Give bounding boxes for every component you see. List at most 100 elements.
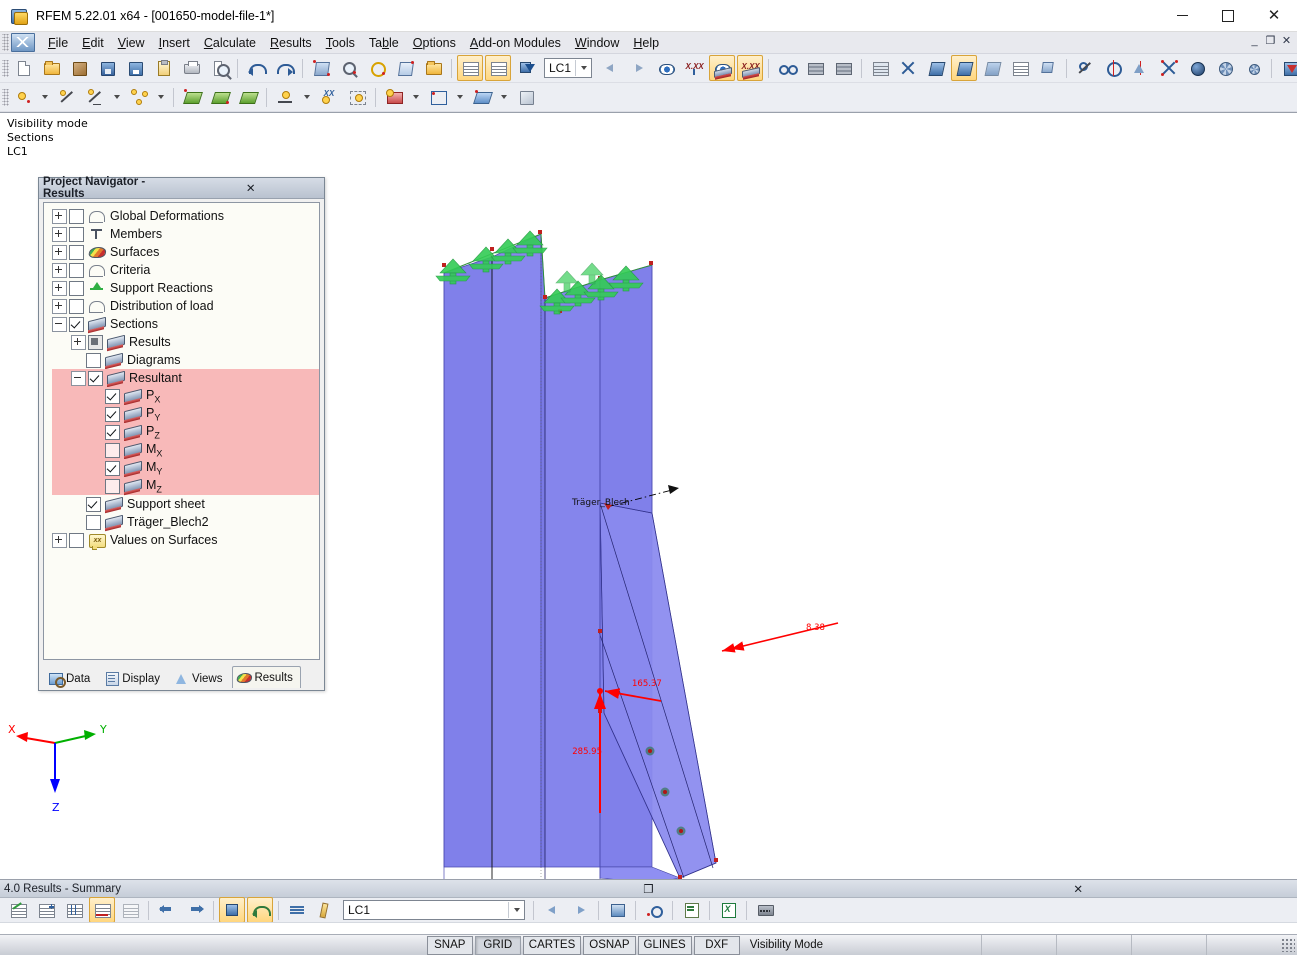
render-icon[interactable] <box>802 55 828 81</box>
rotate-icon[interactable] <box>1100 55 1126 81</box>
next-case-icon[interactable] <box>625 55 651 81</box>
insert-dimension-icon[interactable] <box>82 84 108 110</box>
tab-results[interactable]: Results <box>232 666 301 688</box>
insert-mesh-icon[interactable] <box>344 84 370 110</box>
load-case-combo[interactable]: LC1 <box>544 58 593 78</box>
tree-item-results[interactable]: Results <box>52 333 319 351</box>
tree-item-tr-ger-blech2[interactable]: Träger_Blech2 <box>52 513 319 531</box>
insert-member-dropdown[interactable] <box>409 84 423 110</box>
tree-item-p-z[interactable]: PZ <box>52 423 319 441</box>
tree-item-resultant[interactable]: Resultant <box>52 369 319 387</box>
insert-support-icon[interactable] <box>272 84 298 110</box>
tree-checkbox[interactable] <box>88 370 103 386</box>
tree-checkbox[interactable] <box>86 352 101 368</box>
menu-item-table[interactable]: Table <box>362 34 406 52</box>
table-excel-icon[interactable]: X <box>715 897 741 923</box>
table-deformations-icon[interactable] <box>5 897 31 923</box>
settings-icon[interactable] <box>1240 55 1266 81</box>
navigator-close-icon[interactable]: ✕ <box>182 181 321 196</box>
prev-case-icon[interactable] <box>597 55 623 81</box>
tree-item-distribution-of-load[interactable]: Distribution of load <box>52 297 319 315</box>
menu-item-calculate[interactable]: Calculate <box>197 34 263 52</box>
insert-solid-icon[interactable] <box>235 84 261 110</box>
table-calculator-icon[interactable] <box>752 897 778 923</box>
tree-item-members[interactable]: Members <box>52 225 319 243</box>
insert-support-dropdown[interactable] <box>300 84 314 110</box>
tree-checkbox[interactable] <box>69 226 84 242</box>
menu-item-window[interactable]: Window <box>568 34 626 52</box>
menu-item-results[interactable]: Results <box>263 34 319 52</box>
menu-item-addon-modules[interactable]: Add-on Modules <box>463 34 568 52</box>
mdi-minimize-button[interactable]: _ <box>1247 34 1262 49</box>
collapse-icon[interactable] <box>52 316 67 332</box>
select-circle-icon[interactable] <box>364 55 390 81</box>
results-panel-close-icon[interactable]: ✕ <box>863 882 1293 896</box>
plane-view-icon[interactable] <box>1035 55 1061 81</box>
wireframe-icon[interactable] <box>923 55 949 81</box>
expand-icon[interactable] <box>52 532 67 548</box>
tree-item-surfaces[interactable]: Surfaces <box>52 243 319 261</box>
table-panel-icon[interactable] <box>457 55 483 81</box>
tree-checkbox[interactable] <box>105 424 120 440</box>
status-toggle-osnap[interactable]: OSNAP <box>583 935 636 955</box>
result-numbers-icon[interactable]: X.XX <box>737 55 764 81</box>
select-node-icon[interactable] <box>336 55 362 81</box>
mirror-icon[interactable] <box>1128 55 1154 81</box>
table-sync-icon[interactable] <box>247 897 273 923</box>
tree-checkbox[interactable] <box>105 460 120 476</box>
tab-views[interactable]: Views <box>170 668 230 688</box>
mesh-points-icon[interactable] <box>895 55 921 81</box>
tree-checkbox[interactable] <box>105 388 120 404</box>
open-file-icon[interactable] <box>38 55 64 81</box>
table-edit-icon[interactable] <box>312 897 338 923</box>
new-window-icon[interactable] <box>420 55 446 81</box>
info-icon[interactable] <box>1184 55 1210 81</box>
insert-node-dropdown[interactable] <box>38 84 52 110</box>
tree-checkbox[interactable] <box>105 478 120 494</box>
transparent-icon[interactable] <box>979 55 1005 81</box>
tree-checkbox[interactable] <box>69 244 84 260</box>
status-toggle-grid[interactable]: GRID <box>474 935 521 955</box>
grid-view-icon[interactable] <box>1007 55 1033 81</box>
toolbar-grip-2[interactable] <box>2 88 9 106</box>
table-print-icon[interactable] <box>604 897 630 923</box>
tree-item-global-deformations[interactable]: Global Deformations <box>52 207 319 225</box>
tab-display[interactable]: Display <box>100 668 168 688</box>
table-select-icon[interactable] <box>219 897 245 923</box>
table-info-icon[interactable] <box>641 897 667 923</box>
redo-icon[interactable] <box>271 55 297 81</box>
select-special-icon[interactable] <box>392 55 418 81</box>
resize-grip[interactable] <box>1281 938 1295 952</box>
menu-item-options[interactable]: Options <box>406 34 463 52</box>
expand-icon[interactable] <box>52 226 67 242</box>
status-toggle-glines[interactable]: GLINES <box>637 935 692 955</box>
insert-surface-node-icon[interactable] <box>207 84 233 110</box>
window-minimize-button[interactable] <box>1159 0 1205 31</box>
menu-grip[interactable] <box>2 34 9 51</box>
tree-checkbox[interactable] <box>69 298 84 314</box>
tree-item-support-reactions[interactable]: Support Reactions <box>52 279 319 297</box>
tree-checkbox[interactable] <box>69 316 84 332</box>
table-filter-icon[interactable] <box>89 897 115 923</box>
tree-checkbox[interactable] <box>105 442 120 458</box>
open-package-icon[interactable] <box>66 55 92 81</box>
collapse-icon[interactable] <box>71 370 86 386</box>
expand-icon[interactable] <box>71 334 86 350</box>
clipboard-icon[interactable] <box>150 55 176 81</box>
save-icon[interactable] <box>122 55 148 81</box>
table-insert-icon[interactable] <box>33 897 59 923</box>
tree-item-sections[interactable]: Sections <box>52 315 319 333</box>
table-report-icon[interactable] <box>678 897 704 923</box>
insert-dimension-dropdown[interactable] <box>110 84 124 110</box>
pin-icon[interactable]: ❐ <box>434 882 864 896</box>
tree-checkbox[interactable] <box>69 532 84 548</box>
menu-item-help[interactable]: Help <box>626 34 666 52</box>
zoom-all-icon[interactable] <box>1277 55 1297 81</box>
tree-item-m-y[interactable]: MY <box>52 459 319 477</box>
navigator-tree-area[interactable]: Global Deformations Members Surfaces Criter… <box>43 202 320 660</box>
render2-icon[interactable] <box>830 55 856 81</box>
new-file-icon[interactable] <box>10 55 36 81</box>
insert-opening-dropdown[interactable] <box>453 84 467 110</box>
tree-item-values-on-surfaces[interactable]: xx Values on Surfaces <box>52 531 319 550</box>
tree-checkbox[interactable] <box>86 496 101 512</box>
